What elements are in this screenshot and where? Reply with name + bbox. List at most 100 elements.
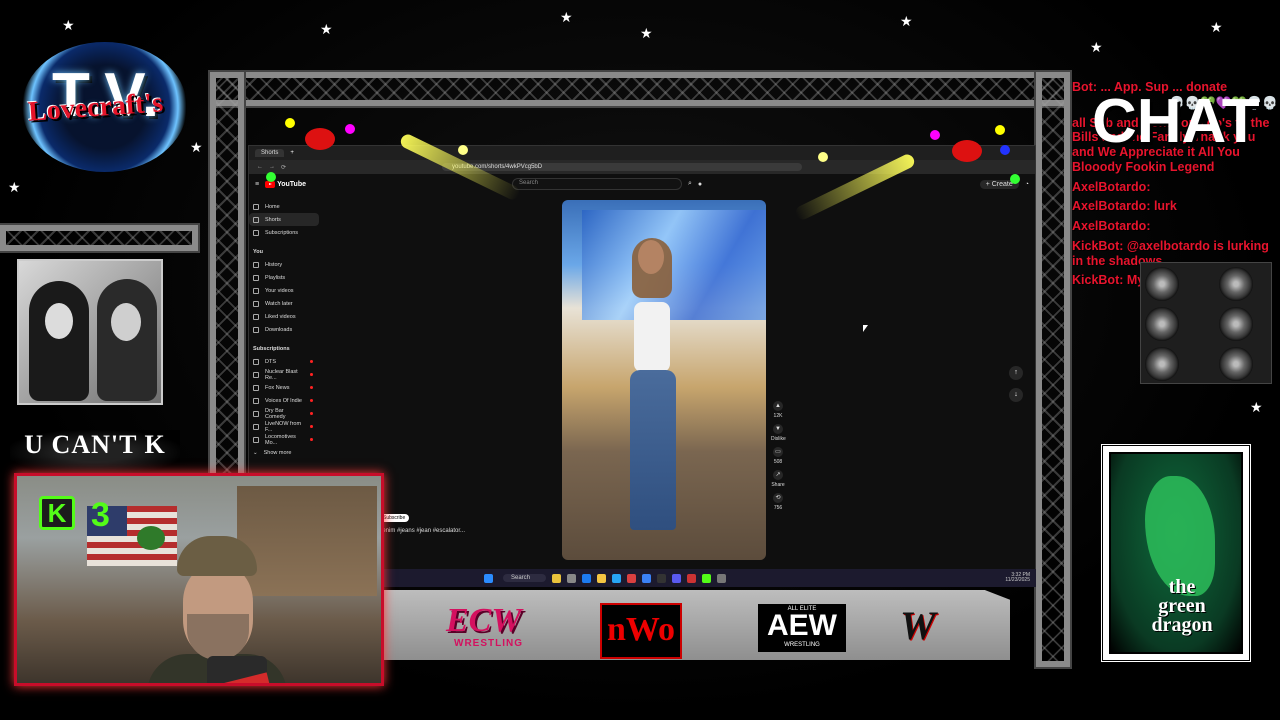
new-content-dot — [310, 425, 313, 428]
share-label: Share — [771, 482, 785, 488]
sidebar-item-history[interactable]: History — [249, 258, 319, 271]
comments-button[interactable]: ▭ 508 — [771, 447, 785, 465]
short-video-player[interactable] — [562, 200, 766, 560]
speaker-icon — [1145, 347, 1179, 381]
stage-light-green-icon — [266, 172, 276, 182]
sidebar-channel[interactable]: Dry Bar Comedy — [249, 407, 319, 420]
taskbar-clock[interactable]: 3:32 PM 11/23/2025 — [1005, 572, 1030, 584]
stage-light-yellow-icon — [285, 118, 295, 128]
mouse-cursor-icon — [863, 325, 868, 332]
previous-short-button[interactable]: ↑ — [1009, 366, 1023, 380]
youtube-search-input[interactable]: Search — [512, 178, 682, 190]
sidebar-item-playlists[interactable]: Playlists — [249, 271, 319, 284]
ecw-logo-subtitle: WRESTLING — [454, 638, 523, 649]
file-explorer-icon[interactable] — [597, 573, 607, 583]
downloads-icon — [253, 326, 259, 333]
start-icon[interactable] — [484, 573, 493, 583]
star-decoration: ★ — [900, 13, 913, 29]
reload-icon[interactable]: ⟳ — [281, 164, 286, 171]
short-action-bar: ▲ 12K ▼ Dislike ▭ 508 ↗ Share ⟲ 756 — [771, 401, 786, 516]
discord-icon[interactable] — [672, 573, 682, 583]
edge-icon[interactable] — [582, 573, 592, 583]
taskbar-search[interactable]: Search — [503, 574, 547, 582]
sidebar-item-your-videos[interactable]: Your videos — [249, 284, 319, 297]
new-content-dot — [310, 360, 313, 363]
sidebar-item-label: Nuclear Blast Re... — [265, 368, 298, 381]
liked-videos-icon — [253, 313, 259, 320]
like-button[interactable]: ▲ 12K — [771, 401, 785, 419]
sidebar-channel[interactable]: LiveNOW from F... — [249, 420, 319, 433]
streamer — [137, 536, 287, 683]
chat-message: AxelBotardo: — [1072, 179, 1151, 194]
sidebar-item-downloads[interactable]: Downloads — [249, 323, 319, 336]
stage-light-magenta-icon — [345, 124, 355, 134]
next-short-button[interactable]: ↓ — [1009, 388, 1023, 402]
sidebar-item-label: Subscriptions — [265, 229, 299, 236]
sidebar-item-label: Voices Of Indie — [265, 397, 302, 404]
chat-title: CHAT — [1092, 87, 1260, 156]
sidebar-item-label: Watch later — [265, 300, 293, 307]
share-button[interactable]: ↗ Share — [771, 470, 785, 488]
channel-avatar-icon — [253, 397, 259, 404]
short-caption[interactable]: denim #jeans #jean #escalator... — [379, 528, 465, 534]
remix-button[interactable]: ⟲ 756 — [771, 493, 785, 511]
browser-tab-bar: Shorts + — [249, 146, 1035, 160]
browser-tab[interactable]: Shorts — [255, 149, 285, 157]
sidebar-channel[interactable]: Voices Of Indie — [249, 394, 319, 407]
star-decoration: ★ — [190, 139, 203, 155]
sidebar-item-label: Shorts — [265, 216, 281, 223]
browser-address-bar: ← → ⟳ youtube.com/shorts/4wkPVcg5bD — [249, 160, 1035, 174]
back-icon[interactable]: ← — [257, 164, 263, 170]
sidebar-item-watch-later[interactable]: Watch later — [249, 297, 319, 310]
sidebar-subscriptions-header[interactable]: Subscriptions — [249, 342, 319, 355]
share-icon: ↗ — [773, 470, 783, 480]
dislike-icon: ▼ — [773, 424, 783, 434]
channel-avatar-icon — [253, 410, 259, 417]
like-count: 12K — [773, 413, 783, 419]
url-field[interactable]: youtube.com/shorts/4wkPVcg5bD — [442, 163, 803, 171]
sidebar-channel[interactable]: DTS — [249, 355, 319, 368]
stage-light-green-icon — [1010, 174, 1020, 184]
sidebar-item-subscriptions[interactable]: Subscriptions — [249, 226, 319, 239]
sidebar-show-more[interactable]: ⌄ Show more — [249, 446, 319, 459]
new-tab-button[interactable]: + — [290, 150, 294, 156]
sidebar-channel[interactable]: Nuclear Blast Re... — [249, 368, 319, 381]
channel-avatar-icon — [253, 358, 259, 365]
widgets-icon[interactable] — [552, 573, 562, 583]
windows-taskbar: Search 3:32 PM 11/23/2025 — [380, 569, 1036, 587]
chrome-icon[interactable] — [687, 573, 697, 583]
new-content-dot — [310, 373, 313, 376]
your-videos-icon — [253, 287, 259, 294]
aew-logo-top: ALL ELITE — [787, 606, 817, 612]
app-icon[interactable] — [627, 573, 637, 583]
search-icon[interactable]: ⌕ — [688, 180, 692, 188]
watch-later-icon — [253, 300, 259, 307]
kick-app-icon[interactable] — [702, 573, 712, 583]
forward-icon[interactable]: → — [269, 164, 275, 170]
dislike-button[interactable]: ▼ Dislike — [771, 424, 786, 442]
app-icon[interactable] — [717, 573, 727, 583]
channel-avatar-icon — [253, 436, 259, 443]
app-icon[interactable] — [657, 573, 667, 583]
star-decoration: ★ — [320, 21, 333, 37]
dislike-label: Dislike — [771, 436, 786, 442]
sidebar-channel[interactable]: Locomotives Mo... — [249, 433, 319, 446]
sidebar-item-home[interactable]: Home — [249, 200, 319, 213]
app-icon[interactable] — [642, 573, 652, 583]
sidebar-item-shorts[interactable]: Shorts — [249, 213, 319, 226]
sidebar-item-liked-videos[interactable]: Liked videos — [249, 310, 319, 323]
task-view-icon[interactable] — [567, 573, 577, 583]
sidebar-item-label: Playlists — [265, 274, 286, 281]
star-decoration: ★ — [640, 25, 653, 41]
notifications-icon[interactable]: ◔ — [1025, 181, 1029, 188]
youtube-header: ≡ YouTube Search ⌕ ● + Create ◔ — [249, 174, 1035, 194]
menu-icon[interactable]: ≡ — [255, 181, 259, 188]
sidebar-item-label: Downloads — [265, 326, 293, 333]
chat-message: AxelBotardo: — [1072, 219, 1151, 233]
stage-light-red-icon — [305, 128, 335, 150]
like-icon: ▲ — [773, 401, 783, 411]
app-icon[interactable] — [612, 573, 622, 583]
sidebar-channel[interactable]: Fox News — [249, 381, 319, 394]
sidebar-you-header[interactable]: You — [249, 245, 319, 258]
mic-icon[interactable]: ● — [698, 181, 702, 188]
